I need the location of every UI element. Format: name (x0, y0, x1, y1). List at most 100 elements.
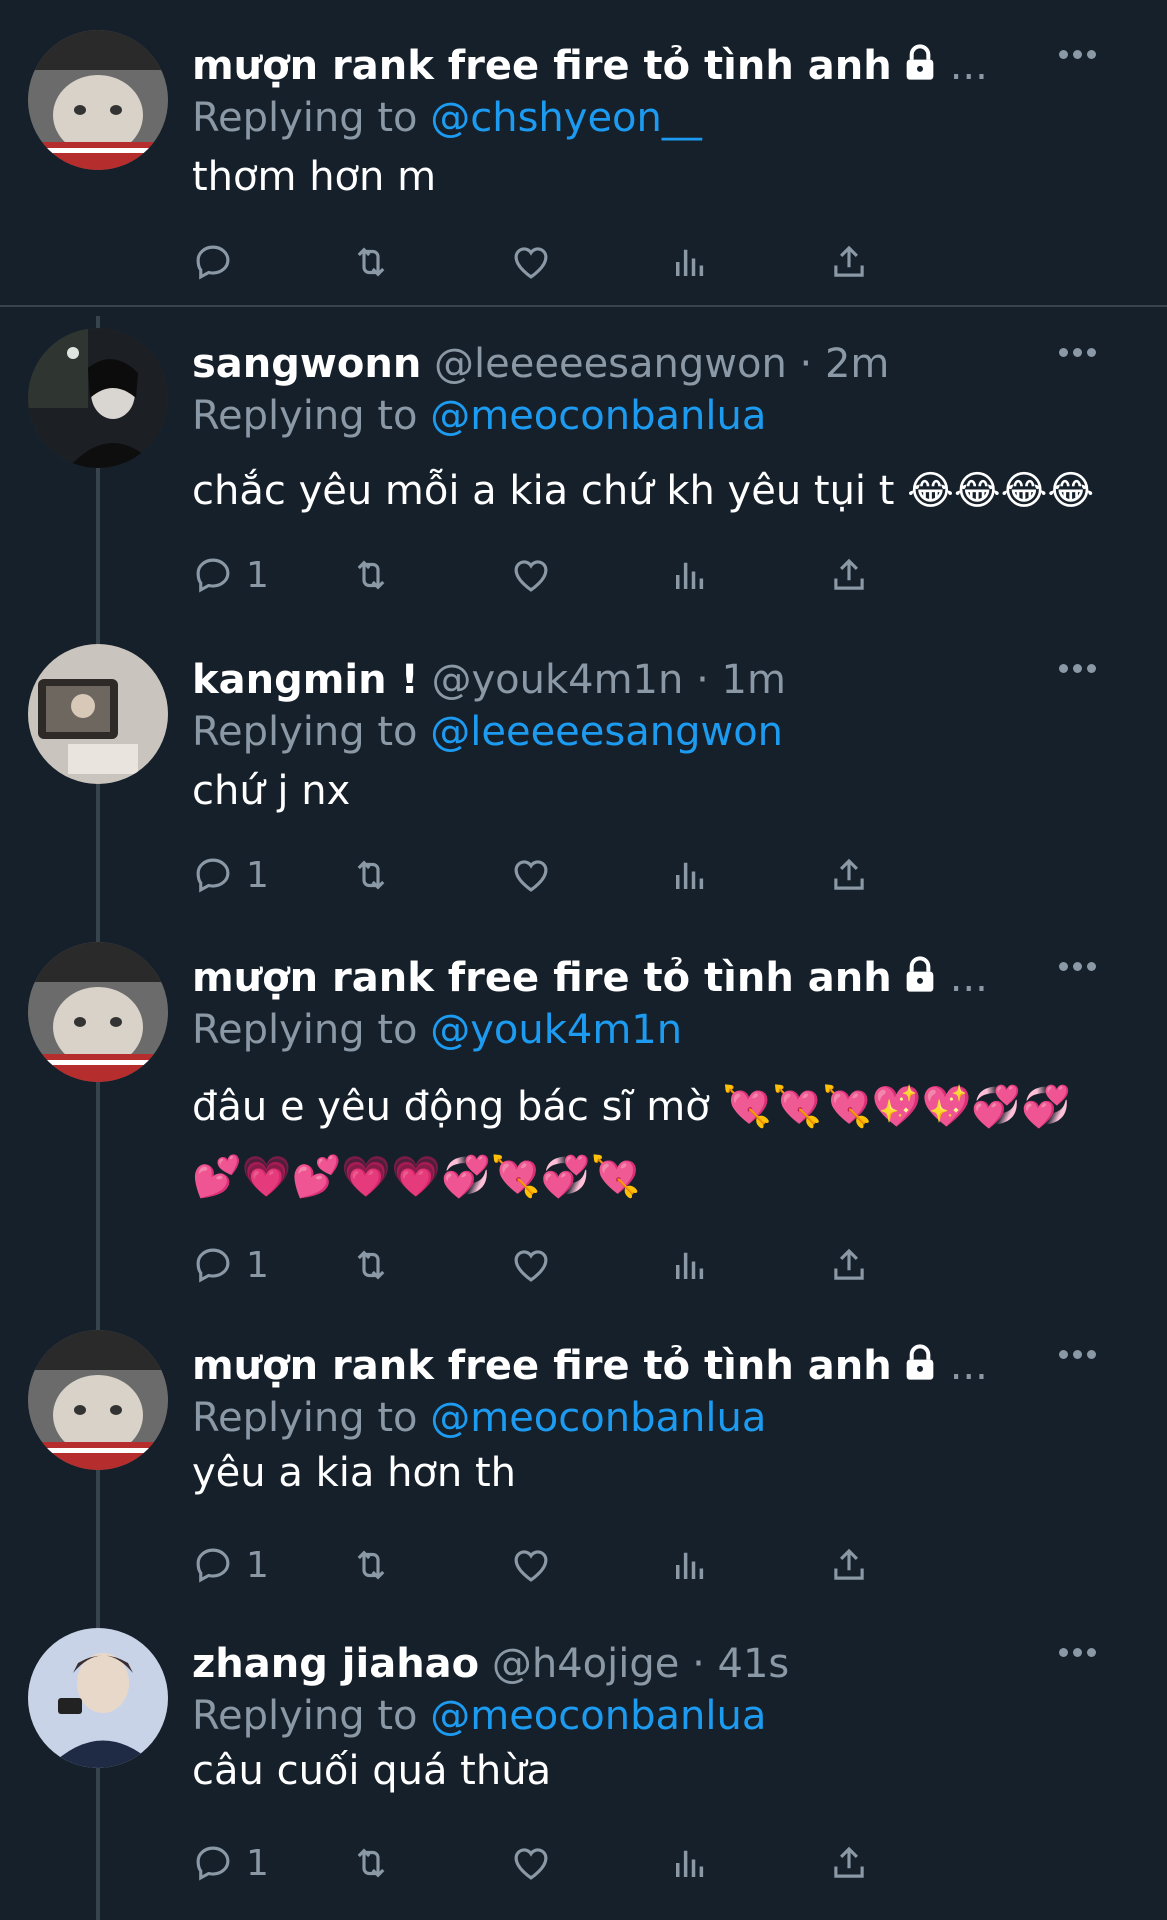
like-button[interactable] (510, 1240, 552, 1290)
heart-icon (514, 1250, 548, 1282)
retweet-icon (357, 560, 385, 590)
retweet-button[interactable] (350, 237, 392, 287)
user-handle[interactable]: @h4ojige (492, 1641, 680, 1687)
replying-to-handle[interactable]: @youk4m1n (430, 1007, 682, 1053)
retweet-icon (357, 1848, 385, 1878)
like-button[interactable] (510, 550, 552, 600)
retweet-button[interactable] (350, 1540, 392, 1590)
tweet-actions (192, 237, 1037, 287)
analytics-button[interactable] (669, 550, 711, 600)
avatar[interactable] (28, 1628, 168, 1768)
tweet-actions: 1 (192, 1838, 1037, 1888)
share-button[interactable] (828, 237, 870, 287)
lock-icon (906, 1344, 934, 1380)
display-name[interactable]: mượn rank free fire tỏ tình anh (192, 955, 892, 1001)
share-icon (834, 1548, 864, 1580)
replying-to-handle[interactable]: @meoconbanlua (430, 1693, 766, 1739)
retweet-button[interactable] (350, 550, 392, 600)
heart-icon (514, 860, 548, 892)
share-icon (834, 1846, 864, 1878)
analytics-button[interactable] (669, 1540, 711, 1590)
user-handle[interactable]: @leeeeesangwon (434, 341, 787, 387)
more-options-icon[interactable] (1059, 664, 1097, 674)
heart-icon (514, 247, 548, 279)
more-options-icon[interactable] (1059, 348, 1097, 358)
retweet-icon (357, 1250, 385, 1280)
tweet-header: mượn rank free fire tỏ tình anh... (192, 952, 988, 1004)
share-icon (834, 1248, 864, 1280)
tweet[interactable]: mượn rank free fire tỏ tình anh... Reply… (0, 1330, 1167, 1590)
share-button[interactable] (828, 850, 870, 900)
retweet-button[interactable] (350, 1240, 392, 1290)
replying-label: Replying to (192, 1395, 418, 1441)
analytics-button[interactable] (669, 237, 711, 287)
avatar[interactable] (28, 942, 168, 1082)
like-button[interactable] (510, 237, 552, 287)
replying-to-handle[interactable]: @chshyeon__ (430, 95, 702, 141)
share-button[interactable] (828, 550, 870, 600)
analytics-icon (676, 249, 704, 276)
tweet[interactable]: mượn rank free fire tỏ tình anh... Reply… (0, 942, 1167, 1286)
display-name[interactable]: kangmin ! (192, 657, 419, 703)
replying-to-line: Replying to @meoconbanlua (192, 1690, 766, 1742)
share-button[interactable] (828, 1838, 870, 1888)
more-options-icon[interactable] (1059, 50, 1097, 60)
tweet-actions: 1 (192, 1540, 1037, 1590)
tweet-text-line-2: 💕💗💕💗💗💞💘💞💘 (192, 1154, 641, 1200)
avatar[interactable] (28, 1330, 168, 1470)
share-icon (834, 558, 864, 590)
tweet-header: mượn rank free fire tỏ tình anh... (192, 40, 988, 92)
analytics-button[interactable] (669, 1240, 711, 1290)
display-name[interactable]: zhang jiahao (192, 1641, 479, 1687)
retweet-button[interactable] (350, 1838, 392, 1888)
like-button[interactable] (510, 850, 552, 900)
tweet-header: mượn rank free fire tỏ tình anh... (192, 1340, 988, 1392)
replying-to-handle[interactable]: @leeeeesangwon (430, 709, 783, 755)
tweet[interactable]: zhang jiahao @h4ojige · 41s Replying to … (0, 1628, 1167, 1898)
share-button[interactable] (828, 1540, 870, 1590)
tweet-text: câu cuối quá thừa (192, 1748, 552, 1794)
replying-label: Replying to (192, 1007, 418, 1053)
display-name[interactable]: sangwonn (192, 341, 421, 387)
reply-icon (196, 1846, 230, 1881)
display-name[interactable]: mượn rank free fire tỏ tình anh (192, 1343, 892, 1389)
avatar[interactable] (28, 328, 168, 468)
heart-icon (514, 1848, 548, 1880)
like-button[interactable] (510, 1540, 552, 1590)
more-options-icon[interactable] (1059, 1648, 1097, 1658)
retweet-icon (357, 247, 385, 277)
replying-to-line: Replying to @youk4m1n (192, 1004, 682, 1056)
display-name[interactable]: mượn rank free fire tỏ tình anh (192, 43, 892, 89)
avatar[interactable] (28, 30, 168, 170)
reply-count: 1 (246, 1842, 269, 1884)
replying-to-handle[interactable]: @meoconbanlua (430, 1395, 766, 1441)
retweet-button[interactable] (350, 850, 392, 900)
tweet-text: chắc yêu mỗi a kia chứ kh yêu tụi t 😂😂😂😂 (192, 468, 1095, 514)
reply-button[interactable]: 1 (192, 550, 269, 600)
replying-label: Replying to (192, 393, 418, 439)
reply-button[interactable]: 1 (192, 1838, 269, 1888)
tweet-header: kangmin ! @youk4m1n · 1m (192, 654, 786, 706)
tweet[interactable]: kangmin ! @youk4m1n · 1m Replying to @le… (0, 644, 1167, 904)
replying-to-handle[interactable]: @meoconbanlua (430, 393, 766, 439)
tweet-header: zhang jiahao @h4ojige · 41s (192, 1638, 789, 1690)
reply-button[interactable]: 1 (192, 850, 269, 900)
retweet-icon (357, 860, 385, 890)
share-button[interactable] (828, 1240, 870, 1290)
tweet[interactable]: sangwonn @leeeeesangwon · 2m Replying to… (0, 328, 1167, 618)
replying-label: Replying to (192, 1693, 418, 1739)
avatar[interactable] (28, 644, 168, 784)
tweet-header: sangwonn @leeeeesangwon · 2m (192, 338, 889, 390)
reply-button[interactable]: 1 (192, 1240, 269, 1290)
reply-button[interactable]: 1 (192, 1540, 269, 1590)
replying-label: Replying to (192, 95, 418, 141)
reply-button[interactable] (192, 237, 246, 287)
analytics-button[interactable] (669, 850, 711, 900)
tweet-time: · 1m (696, 657, 786, 703)
like-button[interactable] (510, 1838, 552, 1888)
analytics-button[interactable] (669, 1838, 711, 1888)
more-options-icon[interactable] (1059, 1350, 1097, 1360)
tweet[interactable]: mượn rank free fire tỏ tình anh... Reply… (0, 30, 1167, 300)
user-handle[interactable]: @youk4m1n (431, 657, 683, 703)
more-options-icon[interactable] (1059, 962, 1097, 972)
